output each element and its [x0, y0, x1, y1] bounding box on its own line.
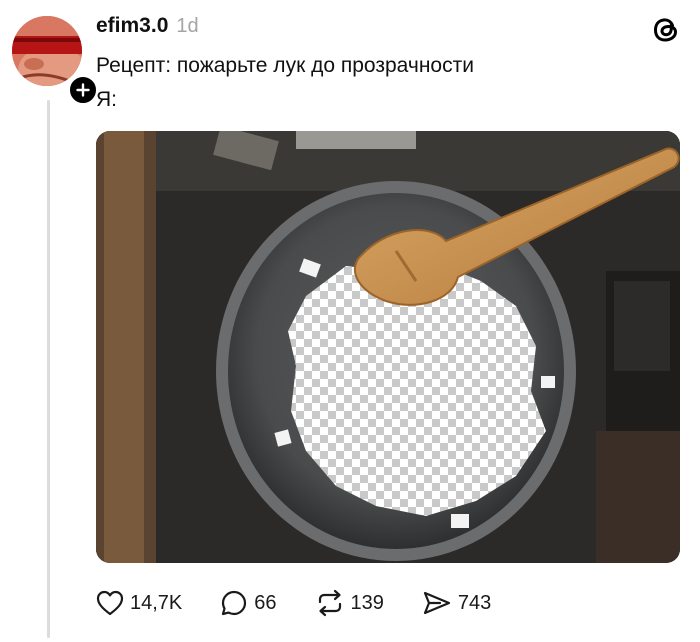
like-count: 14,7K [130, 591, 183, 614]
share-count: 743 [457, 591, 492, 614]
plus-icon [76, 83, 90, 97]
comment-icon [222, 590, 247, 616]
thread-connector-line [47, 100, 50, 638]
post-text-line-2: Я: [96, 88, 117, 111]
reply-count: 66 [254, 591, 277, 614]
repost-icon [318, 589, 341, 617]
post-image[interactable] [96, 131, 680, 563]
post-text-line-1: Рецепт: пожарьте лук до прозрачности [96, 54, 474, 77]
repost-button[interactable]: 139 [315, 589, 384, 617]
follow-badge[interactable] [67, 74, 99, 106]
share-button[interactable]: 743 [422, 589, 491, 617]
action-bar: 14,7K 66 139 743 [96, 588, 529, 618]
like-button[interactable]: 14,7K [96, 590, 182, 616]
timestamp: 1d [176, 15, 199, 37]
avatar-container[interactable] [12, 16, 99, 106]
heart-icon [96, 590, 124, 616]
frying-pan-illustration [96, 131, 680, 563]
avatar[interactable] [12, 16, 82, 86]
reply-button[interactable]: 66 [220, 589, 277, 617]
send-icon [423, 591, 450, 615]
repost-count: 139 [350, 591, 384, 614]
username[interactable]: efim3.0 [96, 14, 168, 38]
threads-logo-icon [650, 14, 682, 46]
post-header: efim3.0 1d [96, 14, 199, 38]
